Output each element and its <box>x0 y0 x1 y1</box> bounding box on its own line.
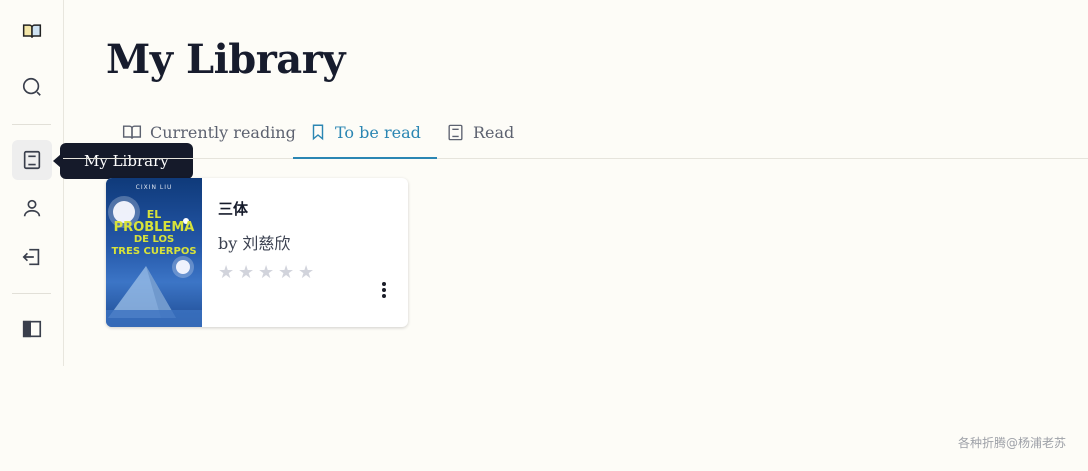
book-author: by 刘慈欣 <box>218 234 291 253</box>
page-title: My Library <box>106 36 346 83</box>
cover-author: CIXIN LIU <box>135 184 173 191</box>
my-library-button[interactable] <box>12 140 52 180</box>
book-card[interactable]: CIXIN LIU EL PROBLEMA DE LOS TRES CUERPO… <box>106 178 408 327</box>
bookmark-icon <box>312 124 324 141</box>
cover-title-line: DE LOS <box>133 234 175 245</box>
star-icon[interactable]: ★ <box>298 264 316 282</box>
cover-title-line: PROBLEMA <box>113 220 195 235</box>
watermark: 各种折腾@杨浦老苏 <box>957 436 1066 450</box>
sidebar-toggle-icon <box>22 320 42 338</box>
search-icon <box>22 77 41 96</box>
star-icon[interactable]: ★ <box>238 264 256 282</box>
tab-label: Currently reading <box>150 122 296 142</box>
sidebar-divider <box>12 124 51 125</box>
cover-title-line: TRES CUERPOS <box>111 246 197 257</box>
tab-label: To be read <box>335 122 421 142</box>
user-icon <box>23 199 41 217</box>
library-tabs: Currently reading To be read Read <box>63 106 1088 159</box>
search-button[interactable] <box>12 67 52 107</box>
star-icon[interactable]: ★ <box>218 264 236 282</box>
tab-read[interactable]: Read <box>446 106 514 158</box>
sidebar <box>0 0 64 366</box>
star-icon[interactable]: ★ <box>278 264 296 282</box>
book-icon <box>23 150 41 170</box>
book-title[interactable]: 三体 <box>218 198 248 219</box>
logout-button[interactable] <box>12 237 52 277</box>
toggle-sidebar-button[interactable] <box>12 309 52 349</box>
book-icon <box>448 124 463 140</box>
tab-label: Read <box>473 122 515 142</box>
tab-currently-reading[interactable]: Currently reading <box>122 106 296 158</box>
star-rating[interactable]: ★ ★ ★ ★ ★ <box>218 264 316 282</box>
more-vertical-icon <box>382 282 386 298</box>
profile-button[interactable] <box>12 188 52 228</box>
book-cover[interactable]: CIXIN LIU EL PROBLEMA DE LOS TRES CUERPO… <box>106 178 202 327</box>
tab-to-be-read[interactable]: To be read <box>293 106 437 159</box>
sidebar-divider <box>12 293 51 294</box>
star-icon[interactable]: ★ <box>258 264 276 282</box>
book-options-button[interactable] <box>372 278 396 302</box>
book-open-icon <box>22 24 42 38</box>
cover-title-line: EL <box>146 208 162 221</box>
app-logo-button[interactable] <box>12 11 52 51</box>
book-open-icon <box>122 125 142 139</box>
logout-icon <box>22 248 40 266</box>
